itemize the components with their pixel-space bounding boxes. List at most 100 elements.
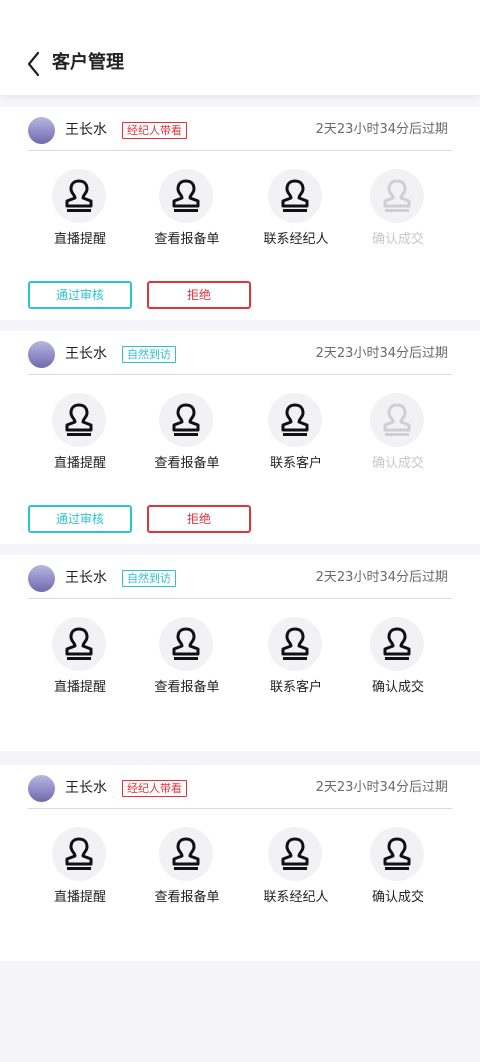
action-label: 查看报备单 [154,456,220,471]
action-view-report[interactable]: 查看报备单 [135,393,239,483]
action-confirm-deal[interactable]: 确认成交 [346,393,450,483]
stamp-icon [281,627,309,660]
action-label: 联系经纪人 [263,890,329,905]
action-circle [370,393,424,447]
action-live-reminder[interactable]: 直播提醒 [28,827,132,917]
action-label: 直播提醒 [53,232,106,247]
expire-time: 2天23小时34分后过期 [315,780,448,795]
action-live-reminder[interactable]: 直播提醒 [28,393,132,483]
card-header: 王长水 经纪人带看 2天23小时34分后过期 [28,765,452,809]
source-tag: 自然到访 [122,570,176,587]
stamp-icon [383,179,411,212]
action-circle [370,169,424,223]
customer-card: 王长水 经纪人带看 2天23小时34分后过期 直播提醒 查看报备单 联系经纪人 … [0,765,480,961]
action-label: 直播提醒 [53,890,106,905]
action-view-report[interactable]: 查看报备单 [135,169,239,259]
action-circle [370,827,424,881]
review-buttons: 通过审核 拒绝 [0,505,480,533]
stamp-icon [383,627,411,660]
action-contact[interactable]: 联系经纪人 [244,169,348,259]
action-label: 查看报备单 [154,890,220,905]
stamp-icon [172,403,200,436]
chevron-left-icon[interactable] [24,50,46,78]
action-live-reminder[interactable]: 直播提醒 [28,617,132,707]
action-label: 联系客户 [269,456,322,471]
action-circle [268,169,322,223]
action-circle [52,617,106,671]
stamp-icon [281,403,309,436]
stamp-icon [65,403,93,436]
action-label: 查看报备单 [154,232,220,247]
stamp-icon [281,179,309,212]
source-tag: 自然到访 [122,346,176,363]
action-circle [159,827,213,881]
reject-button[interactable]: 拒绝 [147,281,251,309]
app-header: 客户管理 [0,0,480,95]
action-view-report[interactable]: 查看报备单 [135,827,239,917]
action-confirm-deal[interactable]: 确认成交 [346,169,450,259]
action-row: 直播提醒 查看报备单 联系客户 确认成交 [28,393,452,483]
action-circle [268,393,322,447]
action-label: 联系客户 [269,680,322,695]
approve-button[interactable]: 通过审核 [28,281,132,309]
action-live-reminder[interactable]: 直播提醒 [28,169,132,259]
stamp-icon [65,627,93,660]
action-circle [159,169,213,223]
action-confirm-deal[interactable]: 确认成交 [346,827,450,917]
action-circle [52,827,106,881]
stamp-icon [383,403,411,436]
expire-time: 2天23小时34分后过期 [315,122,448,137]
stamp-icon [172,179,200,212]
customer-card: 王长水 自然到访 2天23小时34分后过期 直播提醒 查看报备单 联系客户 确认… [0,555,480,751]
action-circle [370,617,424,671]
action-label: 确认成交 [371,680,424,695]
stamp-icon [383,837,411,870]
action-circle [52,393,106,447]
card-header: 王长水 经纪人带看 2天23小时34分后过期 [28,107,452,151]
action-label: 确认成交 [371,456,424,471]
source-tag: 经纪人带看 [122,122,187,139]
action-contact[interactable]: 联系客户 [244,617,348,707]
action-circle [268,617,322,671]
card-header: 王长水 自然到访 2天23小时34分后过期 [28,331,452,375]
action-confirm-deal[interactable]: 确认成交 [346,617,450,707]
action-circle [159,393,213,447]
action-contact[interactable]: 联系经纪人 [244,827,348,917]
customer-name: 王长水 [65,346,107,362]
avatar [28,775,55,802]
action-row: 直播提醒 查看报备单 联系经纪人 确认成交 [28,827,452,917]
action-label: 直播提醒 [53,680,106,695]
source-tag: 经纪人带看 [122,780,187,797]
action-label: 直播提醒 [53,456,106,471]
action-circle [159,617,213,671]
customer-card: 王长水 经纪人带看 2天23小时34分后过期 直播提醒 查看报备单 联系经纪人 … [0,107,480,320]
customer-card: 王长水 自然到访 2天23小时34分后过期 直播提醒 查看报备单 联系客户 确认… [0,331,480,544]
expire-time: 2天23小时34分后过期 [315,346,448,361]
action-circle [52,169,106,223]
review-buttons: 通过审核 拒绝 [0,281,480,309]
action-row: 直播提醒 查看报备单 联系经纪人 确认成交 [28,169,452,259]
action-label: 确认成交 [371,232,424,247]
action-view-report[interactable]: 查看报备单 [135,617,239,707]
action-contact[interactable]: 联系客户 [244,393,348,483]
stamp-icon [172,627,200,660]
card-header: 王长水 自然到访 2天23小时34分后过期 [28,555,452,599]
avatar [28,565,55,592]
stamp-icon [172,837,200,870]
reject-button[interactable]: 拒绝 [147,505,251,533]
stamp-icon [281,837,309,870]
action-circle [268,827,322,881]
expire-time: 2天23小时34分后过期 [315,570,448,585]
page-title: 客户管理 [52,52,124,73]
action-label: 确认成交 [371,890,424,905]
avatar [28,117,55,144]
customer-name: 王长水 [65,780,107,796]
stamp-icon [65,179,93,212]
customer-name: 王长水 [65,570,107,586]
action-row: 直播提醒 查看报备单 联系客户 确认成交 [28,617,452,707]
approve-button[interactable]: 通过审核 [28,505,132,533]
action-label: 联系经纪人 [263,232,329,247]
avatar [28,341,55,368]
customer-name: 王长水 [65,122,107,138]
stamp-icon [65,837,93,870]
